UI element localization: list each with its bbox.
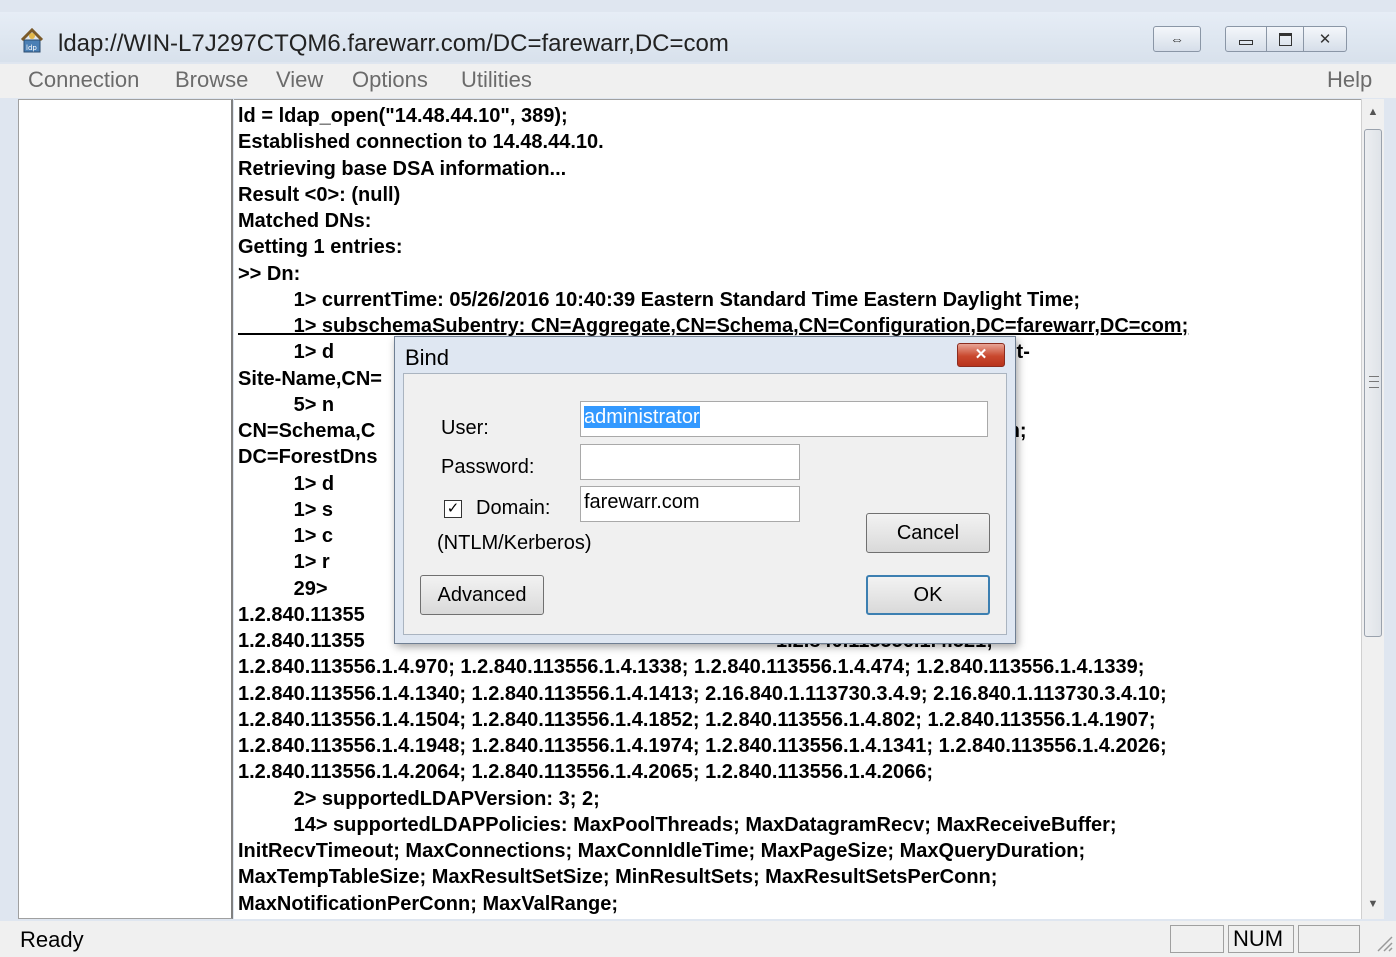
log-line: MaxTempTableSize; MaxResultSetSize; MinR… — [238, 866, 998, 889]
log-line: InitRecvTimeout; MaxConnections; MaxConn… — [238, 840, 1086, 862]
log-line: 1.2.840.113556.1.4.2064; 1.2.840.113556.… — [238, 761, 934, 784]
ldp-app-icon: ldp — [20, 28, 44, 53]
log-line: 1> currentTime: 05/26/2016 10:40:39 East… — [238, 288, 1081, 311]
dialog-title: Bind — [405, 345, 450, 370]
minimize-button[interactable] — [1225, 26, 1267, 52]
scroll-up-arrow-icon[interactable]: ▲ — [1362, 101, 1384, 123]
scroll-down-arrow-icon[interactable]: ▼ — [1362, 893, 1384, 915]
log-line: 1.2.840.113556.1.4.1504; 1.2.840.113556.… — [238, 708, 1156, 731]
menu-bar: Connection Browse View Options Utilities… — [0, 64, 1396, 98]
log-line: MaxNotificationPerConn; MaxValRange; — [238, 892, 619, 915]
check-mark-icon: ✓ — [446, 500, 460, 517]
title-bar[interactable]: ldp ldap://WIN-L7J297CTQM6.farewarr.com/… — [0, 12, 1396, 62]
menu-connection[interactable]: Connection — [28, 67, 139, 93]
domain-label: Domain: — [476, 497, 551, 519]
double-arrow-icon: ⇔ — [1170, 31, 1184, 47]
log-line: Result <0>: (null) — [238, 183, 401, 206]
password-label: Password: — [441, 456, 535, 478]
status-panel-num: NUM — [1228, 925, 1294, 953]
menu-options[interactable]: Options — [352, 67, 428, 93]
grip-icon — [1369, 376, 1379, 388]
log-line: 1> subschemaSubentry: CN=Aggregate,CN=Sc… — [238, 315, 1189, 337]
close-window-button[interactable]: ✕ — [1303, 26, 1347, 52]
ok-button[interactable]: OK — [866, 575, 990, 615]
menu-utilities[interactable]: Utilities — [461, 67, 532, 93]
log-line: 1.2.840.113556.1.4.970; 1.2.840.113556.1… — [238, 656, 1145, 679]
log-line: >> Dn: — [238, 262, 301, 285]
menu-view[interactable]: View — [276, 67, 323, 93]
menu-browse[interactable]: Browse — [175, 67, 248, 93]
log-line: 1> r — [238, 551, 330, 574]
log-line: 1.2.840.113556.1.4.1340; 1.2.840.113556.… — [238, 682, 1167, 705]
domain-input[interactable]: farewarr.com — [580, 486, 800, 522]
resize-grip-icon[interactable] — [1372, 927, 1394, 953]
tree-pane[interactable] — [18, 99, 233, 919]
password-input[interactable] — [580, 444, 800, 480]
status-bar: Ready NUM — [0, 921, 1396, 957]
log-line: 2> supportedLDAPVersion: 3; 2; — [238, 787, 600, 810]
ldp-window: ldp ldap://WIN-L7J297CTQM6.farewarr.com/… — [0, 0, 1396, 957]
log-line: Getting 1 entries: — [238, 236, 403, 259]
close-icon: ✕ — [1318, 31, 1332, 48]
auth-note: (NTLM/Kerberos) — [437, 532, 592, 554]
bind-dialog: Bind ✕ User: administrator Password: ✓ D… — [394, 336, 1016, 644]
status-text: Ready — [20, 927, 84, 952]
log-line: Site-Name,CN= — [238, 367, 382, 390]
menu-help[interactable]: Help — [1327, 67, 1372, 93]
log-line: 1> d — [238, 472, 335, 495]
status-panel-caps — [1170, 925, 1224, 953]
dialog-close-button[interactable]: ✕ — [957, 343, 1005, 367]
minimize-icon — [1239, 39, 1253, 45]
maximize-icon — [1278, 32, 1292, 46]
user-input-value: administrator — [584, 406, 700, 428]
dialog-body: User: administrator Password: ✓ Domain: … — [403, 373, 1007, 635]
svg-text:ldp: ldp — [26, 44, 37, 52]
window-title: ldap://WIN-L7J297CTQM6.farewarr.com/DC=f… — [58, 30, 729, 57]
scroll-thumb[interactable] — [1364, 129, 1382, 637]
log-line: Established connection to 14.48.44.10. — [238, 131, 604, 154]
log-line: ld = ldap_open("14.48.44.10", 389); — [238, 105, 568, 127]
log-line: 1.2.840.113556.1.4.1948; 1.2.840.113556.… — [238, 735, 1167, 757]
domain-checkbox[interactable]: ✓ — [444, 500, 462, 518]
vertical-scrollbar[interactable]: ▲ ▼ — [1361, 99, 1384, 919]
advanced-button[interactable]: Advanced — [420, 575, 544, 615]
log-line: 14> supportedLDAPPolicies: MaxPoolThread… — [238, 813, 1117, 836]
close-icon: ✕ — [974, 346, 988, 363]
log-line: Matched DNs: — [238, 210, 372, 232]
cancel-button[interactable]: Cancel — [866, 513, 990, 553]
status-panel-scroll — [1298, 925, 1360, 953]
log-line: DC=ForestDns — [238, 446, 378, 469]
restore-layout-button[interactable]: ⇔ — [1153, 26, 1201, 52]
log-line: Retrieving base DSA information... — [238, 157, 567, 180]
maximize-button[interactable] — [1266, 26, 1304, 52]
user-input[interactable]: administrator — [580, 401, 988, 437]
user-label: User: — [441, 417, 489, 439]
